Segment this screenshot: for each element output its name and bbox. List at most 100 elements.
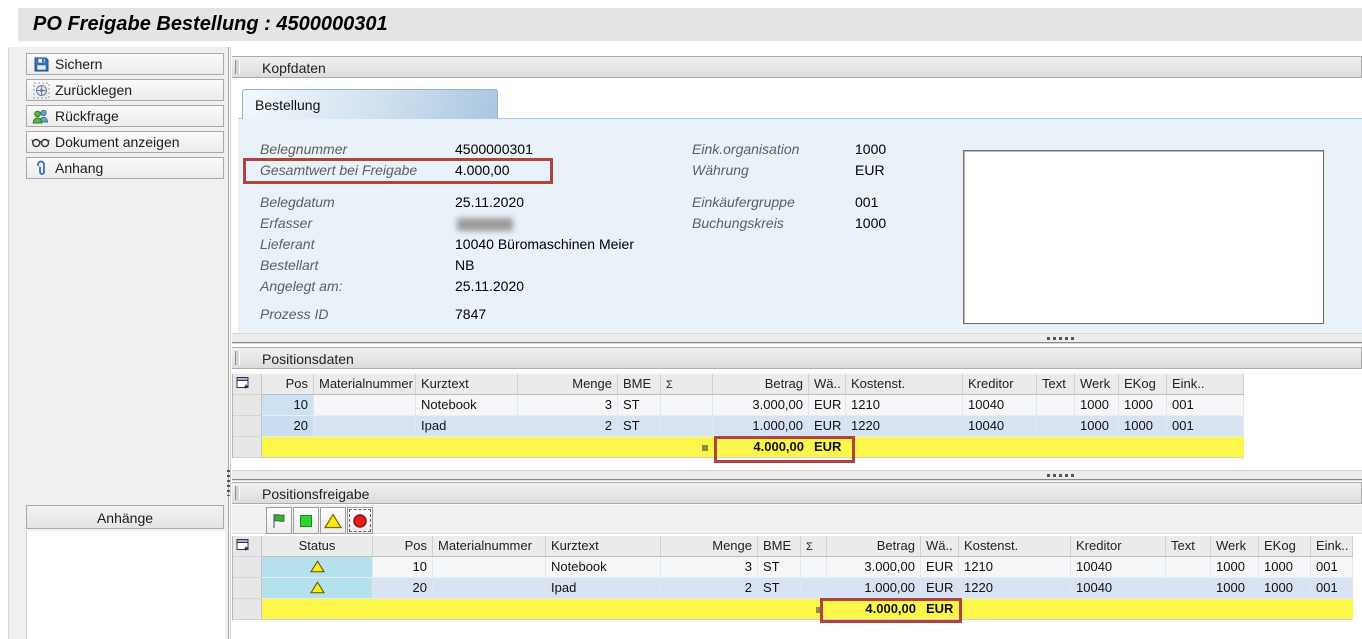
attachments-list[interactable] <box>26 531 225 639</box>
col-header-betrag[interactable]: Betrag <box>713 374 809 395</box>
cell-materialnummer[interactable] <box>314 416 416 437</box>
table-settings-icon[interactable] <box>233 374 262 395</box>
cell-pos[interactable]: 20 <box>373 578 433 599</box>
col-header-status[interactable]: Status <box>262 536 373 557</box>
cell-status[interactable] <box>262 578 373 599</box>
cell-bme[interactable]: ST <box>758 557 801 578</box>
total-filler[interactable] <box>959 599 1353 620</box>
cell-werk[interactable]: 1000 <box>1075 416 1119 437</box>
cell-menge[interactable]: 2 <box>518 416 618 437</box>
cell-bme[interactable]: ST <box>618 416 661 437</box>
cell-kreditor[interactable]: 10040 <box>963 395 1037 416</box>
cell-sum[interactable] <box>661 395 713 416</box>
col-header-werk[interactable]: Werk <box>1075 374 1119 395</box>
cell-waehrung[interactable]: EUR <box>809 416 846 437</box>
cell-betrag[interactable]: 3.000,00 <box>713 395 809 416</box>
cell-werk[interactable]: 1000 <box>1211 557 1259 578</box>
row-selector[interactable] <box>233 395 262 416</box>
col-header-waehrung[interactable]: Wä.. <box>921 536 959 557</box>
col-header-waehrung[interactable]: Wä.. <box>809 374 846 395</box>
save-button[interactable]: Sichern <box>26 53 224 75</box>
horizontal-splitter-1-grip[interactable] <box>1047 337 1074 340</box>
cell-materialnummer[interactable] <box>433 557 546 578</box>
cell-kreditor[interactable]: 10040 <box>1071 578 1166 599</box>
col-header-pos[interactable]: Pos <box>262 374 314 395</box>
cell-sum[interactable] <box>801 578 827 599</box>
col-header-bme[interactable]: BME <box>618 374 661 395</box>
col-header-betrag[interactable]: Betrag <box>827 536 921 557</box>
col-header-materialnummer[interactable]: Materialnummer <box>433 536 546 557</box>
cell-kurztext[interactable]: Ipad <box>546 578 661 599</box>
col-header-ekog[interactable]: EKog <box>1119 374 1167 395</box>
display-document-button[interactable]: Dokument anzeigen <box>26 131 224 153</box>
cell-betrag[interactable]: 1.000,00 <box>827 578 921 599</box>
cell-waehrung[interactable]: EUR <box>809 395 846 416</box>
release-warning-button[interactable] <box>320 507 346 534</box>
col-header-kostenst[interactable]: Kostenst. <box>959 536 1071 557</box>
cell-materialnummer[interactable] <box>314 395 416 416</box>
cell-waehrung[interactable]: EUR <box>921 557 959 578</box>
horizontal-splitter-1[interactable] <box>232 333 1362 344</box>
cell-menge[interactable]: 3 <box>518 395 618 416</box>
col-header-menge[interactable]: Menge <box>661 536 758 557</box>
cell-kurztext[interactable]: Ipad <box>416 416 518 437</box>
header-note-textarea[interactable] <box>963 150 1324 324</box>
cell-pos[interactable]: 20 <box>262 416 314 437</box>
col-header-werk[interactable]: Werk <box>1211 536 1259 557</box>
row-selector[interactable] <box>233 578 262 599</box>
cell-text[interactable] <box>1166 578 1211 599</box>
cell-ekog[interactable]: 1000 <box>1259 557 1311 578</box>
cell-eink[interactable]: 001 <box>1167 416 1244 437</box>
cell-pos[interactable]: 10 <box>262 395 314 416</box>
tab-bestellung[interactable]: Bestellung <box>242 89 498 119</box>
panel-splitter[interactable] <box>228 47 231 639</box>
horizontal-splitter-2-grip[interactable] <box>1047 474 1074 477</box>
col-header-sum[interactable]: Σ <box>801 536 827 557</box>
total-filler[interactable] <box>262 437 661 458</box>
cell-werk[interactable]: 1000 <box>1075 395 1119 416</box>
cell-sum[interactable] <box>801 557 827 578</box>
cell-ekog[interactable]: 1000 <box>1119 395 1167 416</box>
col-header-text[interactable]: Text <box>1037 374 1075 395</box>
sum-marker-cell[interactable] <box>661 437 713 458</box>
col-header-ekog[interactable]: EKog <box>1259 536 1311 557</box>
release-flag-button[interactable] <box>266 507 292 534</box>
row-selector[interactable] <box>233 557 262 578</box>
release-green-button[interactable] <box>293 507 319 534</box>
cell-status[interactable] <box>262 557 373 578</box>
cell-menge[interactable]: 2 <box>661 578 758 599</box>
table-settings-icon[interactable] <box>233 536 262 557</box>
cell-sum[interactable] <box>661 416 713 437</box>
col-header-pos[interactable]: Pos <box>373 536 433 557</box>
cell-kreditor[interactable]: 10040 <box>1071 557 1166 578</box>
cell-kurztext[interactable]: Notebook <box>416 395 518 416</box>
col-header-eink[interactable]: Eink.. <box>1167 374 1244 395</box>
cell-waehrung[interactable]: EUR <box>921 578 959 599</box>
cell-eink[interactable]: 001 <box>1311 578 1353 599</box>
col-header-sum[interactable]: Σ <box>661 374 713 395</box>
cell-betrag[interactable]: 1.000,00 <box>713 416 809 437</box>
col-header-menge[interactable]: Menge <box>518 374 618 395</box>
cell-kostenst[interactable]: 1210 <box>959 557 1071 578</box>
attachments-tray-header[interactable]: Anhänge <box>26 505 224 529</box>
col-header-kurztext[interactable]: Kurztext <box>416 374 518 395</box>
release-reject-button[interactable] <box>347 507 373 534</box>
cell-text[interactable] <box>1166 557 1211 578</box>
cell-kostenst[interactable]: 1220 <box>959 578 1071 599</box>
cell-eink[interactable]: 001 <box>1167 395 1244 416</box>
horizontal-splitter-2[interactable] <box>232 470 1362 481</box>
total-filler[interactable] <box>846 437 1244 458</box>
cell-werk[interactable]: 1000 <box>1211 578 1259 599</box>
row-selector[interactable] <box>233 437 262 458</box>
attachment-button[interactable]: Anhang <box>26 157 224 179</box>
cell-kreditor[interactable]: 10040 <box>963 416 1037 437</box>
cell-kostenst[interactable]: 1210 <box>846 395 963 416</box>
col-header-text[interactable]: Text <box>1166 536 1211 557</box>
cell-ekog[interactable]: 1000 <box>1259 578 1311 599</box>
col-header-kostenst[interactable]: Kostenst. <box>846 374 963 395</box>
cell-betrag[interactable]: 3.000,00 <box>827 557 921 578</box>
cell-ekog[interactable]: 1000 <box>1119 416 1167 437</box>
cell-materialnummer[interactable] <box>433 578 546 599</box>
col-header-materialnummer[interactable]: Materialnummer <box>314 374 416 395</box>
cell-kostenst[interactable]: 1220 <box>846 416 963 437</box>
